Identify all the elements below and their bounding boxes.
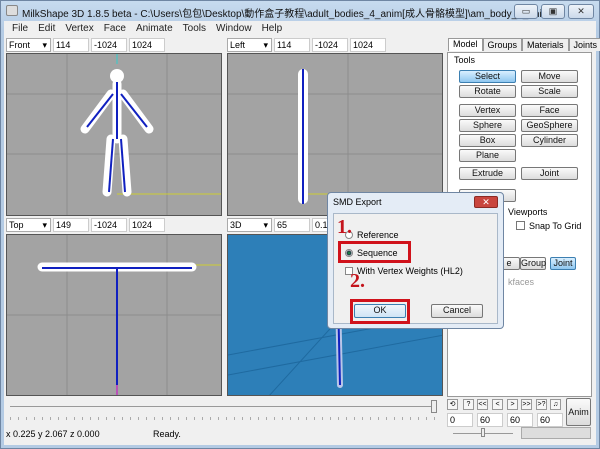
min-field[interactable]: -1024 bbox=[312, 38, 348, 52]
step-1-label: 1. bbox=[337, 216, 352, 238]
step-2-label: 2. bbox=[350, 270, 365, 292]
fov-field[interactable]: 65 bbox=[274, 218, 310, 232]
face-button[interactable]: Face bbox=[521, 104, 578, 117]
select-by-group-button[interactable]: Group bbox=[520, 257, 546, 270]
help-icon[interactable]: ? bbox=[463, 399, 474, 410]
total-frames-field[interactable]: 60 bbox=[537, 413, 563, 427]
start-frame-field[interactable]: 0 bbox=[447, 413, 473, 427]
progress-bar bbox=[521, 427, 591, 439]
cylinder-button[interactable]: Cylinder bbox=[521, 134, 578, 147]
next-frame-button[interactable]: > bbox=[507, 399, 518, 410]
dialog-body: Reference Sequence With Vertex Weights (… bbox=[333, 213, 498, 324]
front-viewport[interactable] bbox=[6, 53, 222, 216]
snap-to-grid-label: Snap To Grid bbox=[529, 221, 582, 231]
ok-highlight bbox=[350, 299, 410, 324]
joint-button[interactable]: Joint bbox=[521, 167, 578, 180]
timeline-slider[interactable] bbox=[431, 400, 437, 413]
end-frame-field[interactable]: 60 bbox=[477, 413, 503, 427]
menu-edit[interactable]: Edit bbox=[38, 23, 55, 34]
menu-file[interactable]: File bbox=[12, 23, 28, 34]
top-viewport[interactable] bbox=[6, 234, 222, 396]
select-by-joint-button[interactable]: Joint bbox=[550, 257, 576, 270]
menu-face[interactable]: Face bbox=[104, 23, 126, 34]
panel-tabs: Model Groups Materials Joints bbox=[448, 38, 600, 51]
window-title: MilkShape 3D 1.8.5 beta - C:\Users\包包\De… bbox=[22, 9, 559, 20]
zoom-field[interactable]: 114 bbox=[53, 38, 89, 52]
rotate-button[interactable]: Rotate bbox=[459, 85, 516, 98]
menu-window[interactable]: Window bbox=[216, 23, 252, 34]
front-viewport-header: Front 114 -1024 1024 bbox=[6, 38, 165, 52]
speed-slider[interactable] bbox=[481, 428, 485, 437]
play-button[interactable]: >? bbox=[536, 399, 547, 410]
min-field[interactable]: -1024 bbox=[91, 218, 127, 232]
anim-button[interactable]: Anim bbox=[566, 398, 591, 426]
close-button[interactable]: ✕ bbox=[568, 4, 594, 19]
view-select[interactable]: 3D bbox=[227, 218, 272, 232]
dialog-title: SMD Export bbox=[333, 197, 382, 207]
geosphere-button[interactable]: GeoSphere bbox=[521, 119, 578, 132]
cancel-button[interactable]: Cancel bbox=[431, 304, 483, 318]
view-select[interactable]: Front bbox=[6, 38, 51, 52]
select-button[interactable]: Select bbox=[459, 70, 516, 83]
timeline-ticks bbox=[10, 417, 435, 420]
timeline-track bbox=[10, 406, 435, 407]
current-frame-field[interactable]: 60 bbox=[507, 413, 533, 427]
tab-materials[interactable]: Materials bbox=[522, 38, 569, 51]
move-button[interactable]: Move bbox=[521, 70, 578, 83]
prev-frame-button[interactable]: < bbox=[492, 399, 503, 410]
view-select[interactable]: Left bbox=[227, 38, 272, 52]
view-select[interactable]: Top bbox=[6, 218, 51, 232]
zoom-field[interactable]: 149 bbox=[53, 218, 89, 232]
dialog-close-button[interactable]: ✕ bbox=[474, 196, 498, 208]
tools-heading: Tools bbox=[454, 55, 476, 65]
sphere-button[interactable]: Sphere bbox=[459, 119, 516, 132]
extrude-button[interactable]: Extrude bbox=[459, 167, 516, 180]
menu-tools[interactable]: Tools bbox=[183, 23, 206, 34]
reference-label: Reference bbox=[357, 230, 399, 240]
tab-joints[interactable]: Joints bbox=[568, 38, 600, 51]
menu-vertex[interactable]: Vertex bbox=[65, 23, 93, 34]
status-message: Ready. bbox=[153, 429, 181, 439]
vertex-button[interactable]: Vertex bbox=[459, 104, 516, 117]
min-field[interactable]: -1024 bbox=[91, 38, 127, 52]
tab-model[interactable]: Model bbox=[448, 38, 483, 51]
menu-help[interactable]: Help bbox=[262, 23, 283, 34]
maximize-button[interactable]: ▣ bbox=[541, 4, 565, 19]
last-frame-button[interactable]: >> bbox=[521, 399, 532, 410]
minimize-button[interactable]: ▭ bbox=[514, 4, 538, 19]
ignore-backfaces-label: kfaces bbox=[508, 277, 535, 287]
max-field[interactable]: 1024 bbox=[350, 38, 386, 52]
zoom-field[interactable]: 114 bbox=[274, 38, 310, 52]
loop-icon[interactable]: ⟲ bbox=[447, 399, 458, 410]
app-icon bbox=[6, 5, 18, 16]
max-field[interactable]: 1024 bbox=[129, 218, 165, 232]
sound-button[interactable]: ♫ bbox=[550, 399, 561, 410]
vertex-weights-label: With Vertex Weights (HL2) bbox=[357, 266, 463, 276]
viewports-label: Viewports bbox=[508, 207, 548, 217]
menu-bar: File Edit Vertex Face Animate Tools Wind… bbox=[12, 23, 282, 34]
smd-export-dialog: SMD Export ✕ Reference Sequence With Ver… bbox=[327, 192, 504, 329]
menu-animate[interactable]: Animate bbox=[136, 23, 173, 34]
tab-groups[interactable]: Groups bbox=[482, 38, 523, 51]
box-button[interactable]: Box bbox=[459, 134, 516, 147]
scale-button[interactable]: Scale bbox=[521, 85, 578, 98]
snap-to-grid-checkbox[interactable] bbox=[516, 221, 525, 230]
status-coords: x 0.225 y 2.067 z 0.000 bbox=[6, 429, 100, 439]
max-field[interactable]: 1024 bbox=[129, 38, 165, 52]
plane-button[interactable]: Plane bbox=[459, 149, 516, 162]
top-viewport-header: Top 149 -1024 1024 bbox=[6, 218, 165, 232]
left-viewport-header: Left 114 -1024 1024 bbox=[227, 38, 386, 52]
sequence-highlight bbox=[338, 241, 411, 263]
first-frame-button[interactable]: << bbox=[477, 399, 488, 410]
